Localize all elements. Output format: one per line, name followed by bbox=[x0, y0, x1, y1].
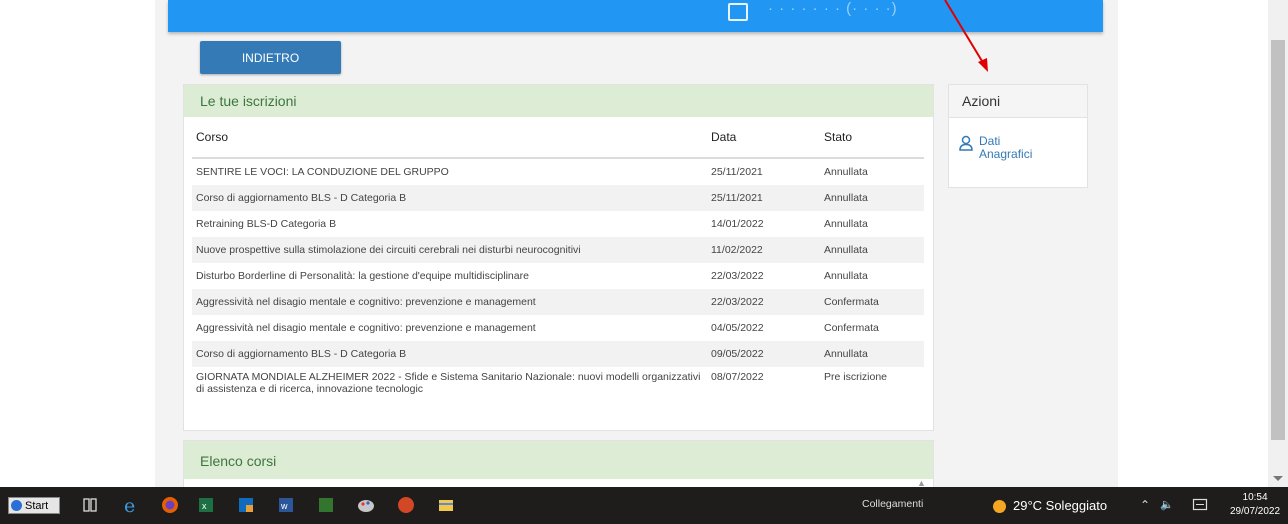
course-cell: Nuove prospettive sulla stimolazione dei… bbox=[192, 237, 705, 263]
date-cell: 25/11/2021 bbox=[705, 185, 818, 211]
date-cell: 04/05/2022 bbox=[711, 322, 764, 334]
status-cell: Annullata bbox=[818, 185, 924, 211]
course-cell: Aggressività nel disagio mentale e cogni… bbox=[196, 322, 536, 334]
system-clock[interactable]: 10:54 29/07/2022 bbox=[1230, 491, 1280, 519]
actions-title: Azioni bbox=[949, 85, 1087, 118]
user-icon bbox=[959, 135, 973, 151]
enrollments-panel: Le tue iscrizioni Corso Data Stato SENTI… bbox=[183, 84, 934, 431]
column-header-status[interactable]: Stato bbox=[818, 117, 924, 159]
firefox-icon[interactable] bbox=[160, 495, 180, 515]
status-cell: Annullata bbox=[818, 341, 924, 367]
chevron-up-icon[interactable]: ⌃ bbox=[1140, 498, 1150, 512]
status-cell: Annullata bbox=[824, 218, 868, 230]
table-row: Nuove prospettive sulla stimolazione dei… bbox=[192, 237, 924, 263]
status-cell: Annullata bbox=[824, 270, 868, 282]
table-header-row: Corso Data Stato bbox=[192, 117, 924, 159]
powerpoint-icon[interactable] bbox=[396, 495, 416, 515]
weather-widget[interactable]: 29°C Soleggiato bbox=[1013, 498, 1107, 513]
course-cell: Corso di aggiornamento BLS - D Categoria… bbox=[192, 185, 705, 211]
paint-icon[interactable] bbox=[356, 495, 376, 515]
personal-data-label: Dati Anagrafici bbox=[979, 134, 1033, 161]
excel-icon[interactable]: x bbox=[196, 495, 216, 515]
start-label: Start bbox=[25, 499, 49, 512]
course-list-title: Elenco corsi bbox=[184, 441, 933, 479]
status-cell: Annullata bbox=[824, 166, 868, 178]
speaker-icon[interactable]: 🔈 bbox=[1160, 498, 1174, 511]
scroll-down-arrow-icon[interactable] bbox=[1273, 476, 1283, 481]
table-row: GIORNATA MONDIALE ALZHEIMER 2022 - Sfide… bbox=[192, 367, 924, 410]
table-row: Retraining BLS-D Categoria B 14/01/2022 … bbox=[192, 211, 924, 237]
vertical-scrollbar[interactable] bbox=[1268, 0, 1288, 487]
project-icon[interactable] bbox=[316, 495, 336, 515]
course-cell: SENTIRE LE VOCI: LA CONDUZIONE DEL GRUPP… bbox=[196, 166, 449, 178]
enrollments-table: Corso Data Stato SENTIRE LE VOCI: LA CON… bbox=[192, 117, 924, 410]
course-cell: Disturbo Borderline di Personalità: la g… bbox=[196, 270, 529, 282]
column-header-course[interactable]: Corso bbox=[192, 117, 705, 159]
column-header-date[interactable]: Data bbox=[705, 117, 818, 159]
actions-panel: Azioni Dati Anagrafici bbox=[948, 84, 1088, 188]
date-cell: 09/05/2022 bbox=[705, 341, 818, 367]
calendar-icon bbox=[728, 3, 748, 21]
status-cell: Confermata bbox=[824, 322, 879, 334]
back-button[interactable]: INDIETRO bbox=[200, 41, 341, 74]
clock-date: 29/07/2022 bbox=[1230, 506, 1281, 517]
task-view-icon[interactable] bbox=[80, 495, 100, 515]
course-cell: Corso di aggiornamento BLS - D Categoria… bbox=[192, 341, 705, 367]
start-orb-icon bbox=[11, 500, 22, 511]
personal-data-link[interactable]: Dati Anagrafici bbox=[959, 135, 1049, 161]
internet-explorer-icon[interactable]: e bbox=[122, 495, 142, 515]
status-cell: Pre iscrizione bbox=[824, 371, 888, 383]
notification-icon[interactable] bbox=[1192, 497, 1208, 513]
table-row: Corso di aggiornamento BLS - D Categoria… bbox=[192, 185, 924, 211]
links-toolbar[interactable]: Collegamenti bbox=[862, 498, 923, 510]
date-cell: 08/07/2022 bbox=[711, 371, 764, 383]
browser-viewport: · · · · · · · (· · · ·) INDIETRO Le tue … bbox=[0, 0, 1288, 488]
topbar-blurred-text: · · · · · · · (· · · ·) bbox=[768, 0, 898, 17]
table-row: Aggressività nel disagio mentale e cogni… bbox=[192, 289, 924, 315]
date-cell: 25/11/2021 bbox=[711, 166, 763, 178]
date-cell: 22/03/2022 bbox=[705, 289, 818, 315]
enrollments-title: Le tue iscrizioni bbox=[184, 85, 933, 117]
course-cell: Aggressività nel disagio mentale e cogni… bbox=[192, 289, 705, 315]
sun-icon bbox=[993, 500, 1006, 513]
course-cell: GIORNATA MONDIALE ALZHEIMER 2022 - Sfide… bbox=[196, 371, 701, 395]
svg-text:w: w bbox=[280, 501, 288, 511]
table-row: Corso di aggiornamento BLS - D Categoria… bbox=[192, 341, 924, 367]
table-row: Disturbo Borderline di Personalità: la g… bbox=[192, 263, 924, 289]
date-cell: 14/01/2022 bbox=[711, 218, 764, 230]
table-row: SENTIRE LE VOCI: LA CONDUZIONE DEL GRUPP… bbox=[192, 158, 924, 185]
course-list-panel: Elenco corsi bbox=[183, 440, 934, 488]
clock-time: 10:54 bbox=[1242, 492, 1268, 503]
word-icon[interactable]: w bbox=[276, 495, 296, 515]
file-explorer-icon[interactable] bbox=[436, 495, 456, 515]
outlook-icon[interactable] bbox=[236, 495, 256, 515]
course-cell: Retraining BLS-D Categoria B bbox=[196, 218, 337, 230]
start-button[interactable]: Start bbox=[8, 497, 60, 514]
status-cell: Confermata bbox=[818, 289, 924, 315]
windows-taskbar: Start e x w Collegamenti 29°C Soleggiato… bbox=[0, 487, 1288, 524]
top-navbar: · · · · · · · (· · · ·) bbox=[168, 0, 1103, 32]
date-cell: 11/02/2022 bbox=[705, 237, 818, 263]
svg-text:x: x bbox=[202, 501, 207, 511]
date-cell: 22/03/2022 bbox=[711, 270, 764, 282]
table-row: Aggressività nel disagio mentale e cogni… bbox=[192, 315, 924, 341]
status-cell: Annullata bbox=[818, 237, 924, 263]
scrollbar-thumb[interactable] bbox=[1271, 40, 1285, 440]
svg-text:e: e bbox=[124, 495, 135, 515]
